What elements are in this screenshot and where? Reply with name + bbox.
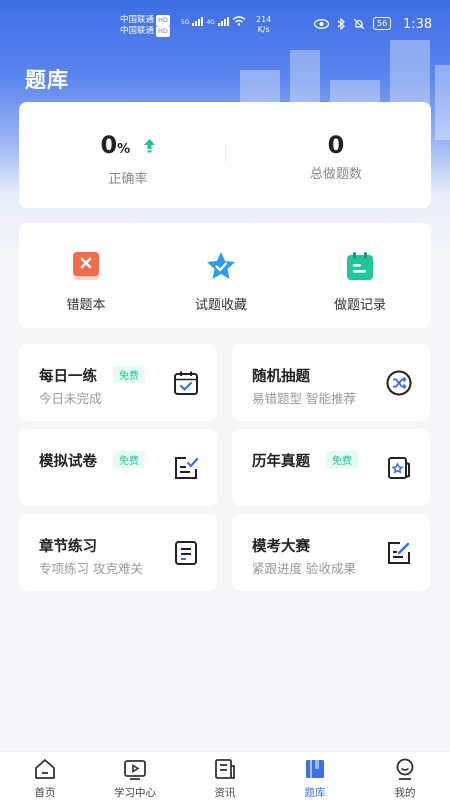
wrong-book-button[interactable]: 错题本 [26,251,146,313]
accuracy-stat: 0% 正确率 [53,130,203,187]
past-papers-icon [388,457,410,479]
tab-learning-center-label: 学习中心 [114,787,156,799]
tab-profile[interactable]: 我的 [360,758,450,800]
tools-card: 错题本 试题收藏 做题记录 [19,223,431,328]
hd-badge: HD [156,15,170,26]
network-5g-label: 5G [181,19,190,26]
hd-badge: HD [156,26,170,37]
speed-unit: K/s [257,25,270,34]
tab-home[interactable]: 首页 [0,758,90,800]
divider [225,144,226,166]
mock-exam-title: 模拟试卷 [39,454,97,470]
calendar-record-icon [347,252,373,280]
tab-learning-center[interactable]: 学习中心 [90,758,180,800]
wrong-book-label: 错题本 [66,298,106,313]
tab-news[interactable]: 资讯 [180,758,270,800]
accuracy-unit: % [117,142,131,157]
clock: 1:38 [403,17,433,32]
practice-record-button[interactable]: 做题记录 [300,251,420,313]
past-papers-title: 历年真题 [252,454,310,470]
free-badge: 免费 [326,451,358,468]
daily-practice-subtitle: 今日未完成 [39,391,102,406]
tab-question-bank[interactable]: 题库 [270,758,360,800]
total-count-label: 总做题数 [309,167,362,182]
mock-contest-tile[interactable]: 模考大赛 紧跟进度 验收成果 [232,514,430,591]
network-4g-label: 4G [206,19,215,26]
star-icon [207,252,235,279]
total-count-stat: 0 总做题数 [261,130,411,182]
tab-question-bank-label: 题库 [304,787,326,799]
chapter-practice-subtitle: 专项练习 攻克难关 [39,561,143,576]
battery-indicator: 56 [373,17,392,30]
speed-value: 214 [256,15,272,24]
favorites-label: 试题收藏 [194,298,247,313]
edit-icon [388,542,410,564]
system-icons: 56 [314,17,392,30]
profile-icon [396,758,414,780]
signal-icon [192,17,204,26]
mute-bell-icon [353,18,365,29]
shuffle-icon [386,370,412,396]
daily-practice-tile[interactable]: 每日一练 免费 今日未完成 [19,344,217,421]
accuracy-label: 正确率 [108,172,148,187]
total-count-value: 0 [327,131,345,159]
home-icon [35,759,55,779]
accuracy-value: 0 [100,131,118,159]
eye-icon [314,18,329,29]
question-bank-icon [306,760,324,778]
free-badge: 免费 [113,451,145,468]
wrong-book-icon [73,252,99,280]
signal-icons: 5G 4G [181,16,246,26]
chapter-practice-tile[interactable]: 章节练习 专项练习 攻克难关 [19,514,217,591]
page-title: 题库 [25,68,69,92]
tab-home-label: 首页 [34,787,56,799]
stats-card: 0% 正确率 0 总做题数 [19,102,431,208]
free-badge: 免费 [113,366,145,383]
tab-news-label: 资讯 [214,787,236,799]
random-questions-tile[interactable]: 随机抽题 易错题型 智能推荐 [232,344,430,421]
practice-record-label: 做题记录 [333,298,386,313]
carrier-2: 中国联通 [120,26,155,36]
notebook-icon [175,541,197,565]
mock-exam-tile[interactable]: 模拟试卷 免费 [19,429,217,506]
tab-profile-label: 我的 [394,787,416,799]
exam-paper-icon [175,457,199,479]
daily-practice-title: 每日一练 [39,369,97,385]
wifi-icon [232,16,246,26]
status-bar: 中国联通 HD 中国联通 HD 5G 4G 214 K/s 56 1:38 [0,0,450,52]
video-icon [124,760,146,780]
mock-contest-subtitle: 紧跟进度 验收成果 [252,561,356,576]
random-questions-title: 随机抽题 [252,369,310,385]
carrier-1: 中国联通 [120,15,155,25]
bluetooth-icon [337,17,345,30]
past-papers-tile[interactable]: 历年真题 免费 [232,429,430,506]
news-icon [215,759,235,779]
signal-icon [217,17,229,26]
random-questions-subtitle: 易错题型 智能推荐 [252,391,356,406]
network-speed: 214 K/s [256,15,271,35]
carrier-info: 中国联通 HD 中国联通 HD [120,15,170,37]
arrow-up-icon [143,139,155,153]
bottom-tab-bar: 首页 学习中心 资讯 题库 我的 [0,751,450,800]
chapter-practice-title: 章节练习 [39,539,97,555]
calendar-check-icon [174,371,198,395]
favorites-button[interactable]: 试题收藏 [161,251,281,313]
mock-contest-title: 模考大赛 [252,539,310,555]
